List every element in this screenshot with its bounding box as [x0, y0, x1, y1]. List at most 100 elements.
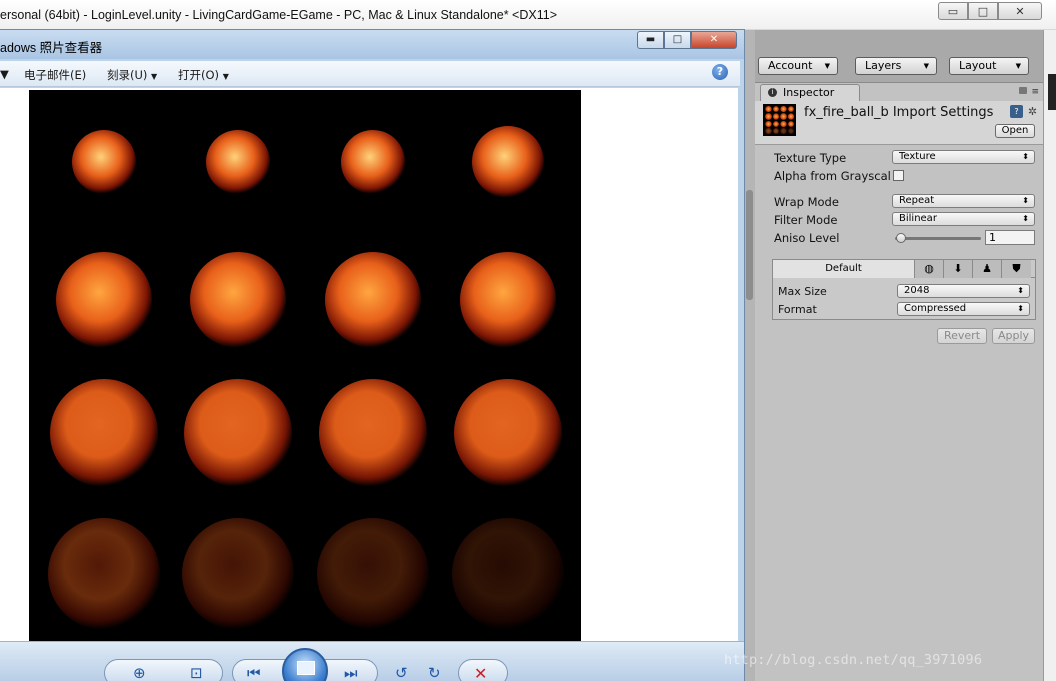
fire-ball-frame	[454, 379, 562, 487]
fire-ball-frame	[325, 252, 421, 348]
popup-arrows-icon: ⬍	[1017, 286, 1024, 295]
layers-label: Layers	[865, 59, 902, 72]
asset-title: fx_fire_ball_b Import Settings	[804, 105, 994, 120]
format-value: Compressed	[904, 303, 967, 314]
minimize-button[interactable]: ▭	[938, 2, 968, 20]
rotate-cw-icon[interactable]: ↻	[428, 664, 441, 681]
slideshow-button[interactable]	[282, 648, 328, 681]
fire-ball-frame	[184, 379, 292, 487]
tab-inspector[interactable]: i Inspector	[760, 84, 860, 101]
chevron-down-icon: ▼	[824, 62, 830, 70]
max-size-value: 2048	[904, 285, 930, 296]
maximize-button[interactable]: □	[968, 2, 998, 20]
chevron-down-icon: ▼	[1015, 62, 1021, 70]
fire-ball-frame	[48, 518, 160, 630]
aniso-slider-track[interactable]	[895, 237, 981, 240]
texture-thumbnail	[763, 104, 796, 136]
maximize-icon: □	[977, 4, 989, 18]
format-label: Format	[778, 303, 817, 316]
tab-default-platform[interactable]: Default	[773, 260, 915, 278]
fire-ball-frame	[206, 130, 270, 194]
wrap-mode-popup[interactable]: Repeat ⬍	[892, 194, 1035, 208]
fire-ball-frame	[50, 379, 158, 487]
filter-mode-value: Bilinear	[899, 213, 937, 224]
globe-icon[interactable]: ◍	[915, 260, 944, 278]
menu-burn[interactable]: 刻录(U) ▼	[107, 67, 157, 83]
unity-toolbar: Account ▼ Layers ▼ Layout ▼	[755, 54, 1043, 79]
wrap-mode-value: Repeat	[899, 195, 935, 206]
next-icon[interactable]: ⏭	[344, 664, 358, 681]
help-book-icon[interactable]: ?	[1010, 105, 1023, 118]
maximize-icon: □	[672, 34, 683, 45]
popup-arrows-icon: ⬍	[1022, 196, 1029, 205]
revert-button[interactable]: Revert	[937, 328, 987, 344]
fire-ball-frame	[319, 379, 427, 487]
account-dropdown[interactable]: Account ▼	[758, 57, 838, 75]
aniso-level-field[interactable]: 1	[985, 230, 1035, 245]
platform-tabs: Default ◍ ⬇ ♟ ⛊	[773, 260, 1035, 278]
android-icon[interactable]: ♟	[973, 260, 1002, 278]
photo-viewer-window: adows 照片查看器 ▬ □ ✕ ▼ 电子邮件(E) 刻录(U) ▼ 打开(O…	[0, 29, 745, 681]
aniso-slider-knob[interactable]	[896, 233, 906, 243]
menu-open-label: 打开(O)	[178, 68, 220, 82]
pv-minimize-button[interactable]: ▬	[637, 31, 664, 49]
unity-window-buttons: ▭ □ ✕	[938, 2, 1042, 20]
fire-ball-frame	[460, 252, 556, 348]
inspector-tab-label: Inspector	[783, 86, 835, 99]
rotate-ccw-icon[interactable]: ↺	[395, 664, 408, 681]
max-size-popup[interactable]: 2048 ⬍	[897, 284, 1030, 298]
layout-label: Layout	[959, 59, 997, 72]
close-button[interactable]: ✕	[998, 2, 1042, 20]
photo-viewer-menubar: ▼ 电子邮件(E) 刻录(U) ▼ 打开(O) ▼ ?	[0, 61, 740, 87]
menu-burn-label: 刻录(U)	[107, 68, 148, 82]
context-menu-icon[interactable]: ≡	[1031, 87, 1039, 97]
zoom-icon[interactable]: ⊕	[133, 664, 146, 681]
delete-icon[interactable]: ✕	[474, 664, 487, 681]
alpha-from-grayscale-checkbox[interactable]	[893, 170, 904, 181]
fire-ball-frame	[317, 518, 429, 630]
account-label: Account	[768, 59, 813, 72]
scrollbar-thumb[interactable]	[746, 190, 753, 300]
gear-icon[interactable]: ✲	[1026, 105, 1039, 118]
minimize-icon: ▭	[947, 4, 959, 18]
header-icons: ? ✲	[1010, 105, 1039, 118]
help-icon[interactable]: ?	[712, 64, 728, 80]
download-icon[interactable]: ⬇	[944, 260, 973, 278]
menu-email[interactable]: 电子邮件(E)	[24, 67, 86, 83]
pv-close-button[interactable]: ✕	[691, 31, 737, 49]
pv-maximize-button[interactable]: □	[664, 31, 691, 49]
inspector-panel: i Inspector ≡ fx_fire_ball_b Import Sett…	[755, 82, 1043, 681]
close-icon: ✕	[1015, 4, 1025, 18]
unity-title-bar: ersonal (64bit) - LoginLevel.unity - Liv…	[0, 0, 1056, 30]
layout-dropdown[interactable]: Layout ▼	[949, 57, 1029, 75]
lock-icon[interactable]	[1019, 87, 1027, 94]
fire-ball-frame	[72, 130, 136, 194]
photo-viewer-title-bar: adows 照片查看器 ▬ □ ✕	[0, 30, 744, 59]
photo-viewer-canvas	[0, 88, 738, 641]
menu-open[interactable]: 打开(O) ▼	[178, 67, 229, 83]
texture-type-label: Texture Type	[774, 151, 847, 165]
right-edge	[1043, 30, 1056, 681]
alpha-from-grayscale-label: Alpha from Grayscal	[774, 169, 891, 183]
menu-dropdown-arrow[interactable]: ▼	[0, 67, 9, 81]
slideshow-icon	[297, 661, 315, 675]
html5-icon[interactable]: ⛊	[1002, 260, 1031, 278]
photo-viewer-window-buttons: ▬ □ ✕	[637, 31, 737, 49]
previous-icon[interactable]: ⏮	[247, 664, 261, 681]
texture-type-popup[interactable]: Texture ⬍	[892, 150, 1035, 164]
popup-arrows-icon: ⬍	[1017, 304, 1024, 313]
open-button[interactable]: Open	[995, 124, 1035, 138]
aniso-level-label: Aniso Level	[774, 231, 840, 245]
filter-mode-popup[interactable]: Bilinear ⬍	[892, 212, 1035, 226]
format-popup[interactable]: Compressed ⬍	[897, 302, 1030, 316]
info-icon: i	[768, 88, 777, 97]
platform-settings: Default ◍ ⬇ ♟ ⛊ Max Size 2048 ⬍ Format Co…	[772, 259, 1036, 320]
fire-ball-frame	[341, 130, 405, 194]
texture-type-value: Texture	[899, 151, 936, 162]
popup-arrows-icon: ⬍	[1022, 214, 1029, 223]
layers-dropdown[interactable]: Layers ▼	[855, 57, 937, 75]
edge-marker	[1048, 74, 1056, 110]
apply-button[interactable]: Apply	[992, 328, 1035, 344]
unity-window-title: ersonal (64bit) - LoginLevel.unity - Liv…	[0, 8, 557, 22]
actual-size-icon[interactable]: ⊡	[190, 664, 203, 681]
